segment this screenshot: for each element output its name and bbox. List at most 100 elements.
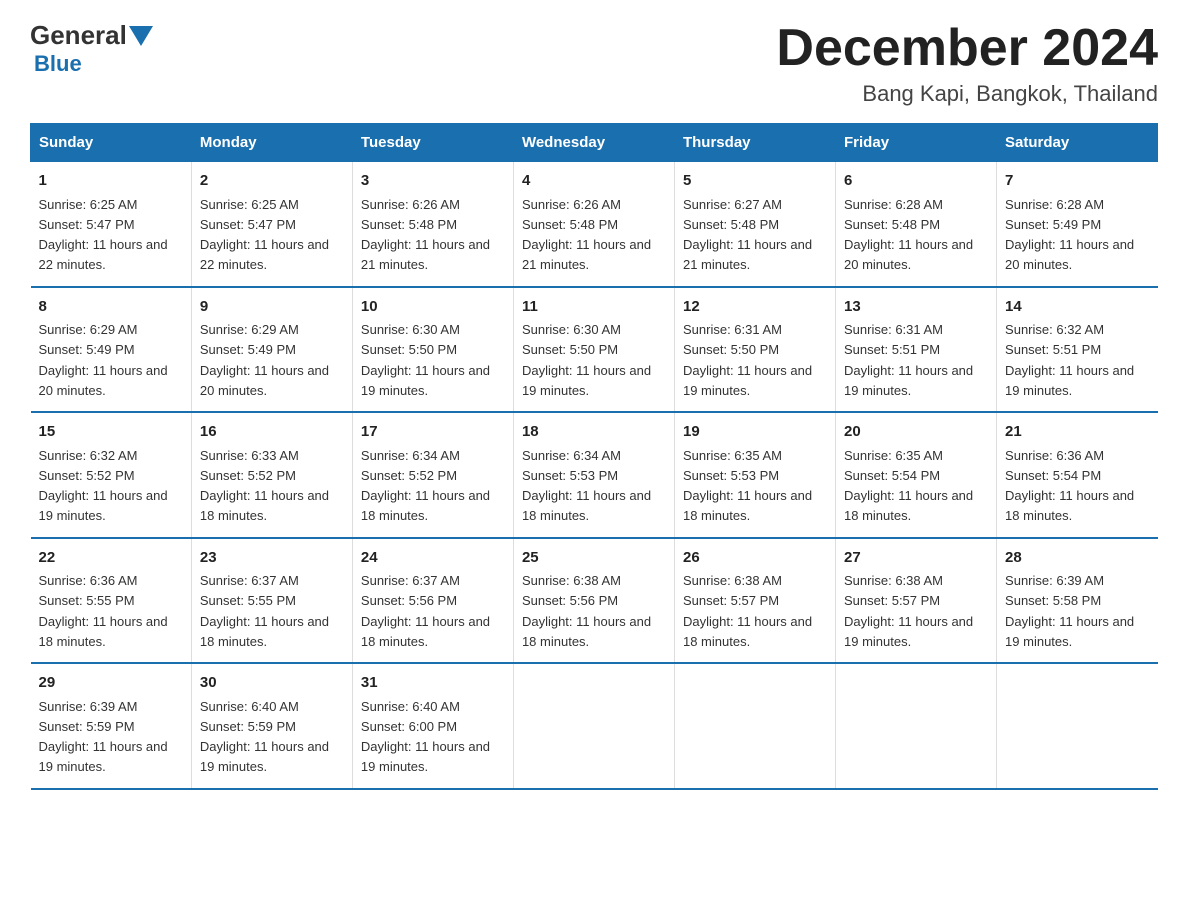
day-info: Sunrise: 6:37 AMSunset: 5:55 PMDaylight:…	[200, 573, 329, 649]
day-number: 7	[1005, 170, 1149, 193]
day-number: 18	[522, 421, 666, 444]
weekday-header-monday: Monday	[191, 124, 352, 162]
day-number: 29	[39, 672, 183, 695]
day-info: Sunrise: 6:35 AMSunset: 5:54 PMDaylight:…	[844, 448, 973, 524]
day-number: 8	[39, 296, 183, 319]
location-title: Bang Kapi, Bangkok, Thailand	[776, 81, 1158, 107]
day-number: 1	[39, 170, 183, 193]
calendar-cell: 1 Sunrise: 6:25 AMSunset: 5:47 PMDaylight…	[31, 162, 192, 287]
day-number: 19	[683, 421, 827, 444]
day-info: Sunrise: 6:37 AMSunset: 5:56 PMDaylight:…	[361, 573, 490, 649]
calendar-cell: 4 Sunrise: 6:26 AMSunset: 5:48 PMDaylight…	[513, 162, 674, 287]
calendar-cell: 27Sunrise: 6:38 AMSunset: 5:57 PMDayligh…	[836, 538, 997, 664]
day-info: Sunrise: 6:40 AMSunset: 6:00 PMDaylight:…	[361, 699, 490, 775]
day-number: 23	[200, 547, 344, 570]
day-number: 26	[683, 547, 827, 570]
day-number: 11	[522, 296, 666, 319]
day-number: 17	[361, 421, 505, 444]
calendar-cell: 3Sunrise: 6:26 AMSunset: 5:48 PMDaylight…	[352, 162, 513, 287]
day-info: Sunrise: 6:30 AMSunset: 5:50 PMDaylight:…	[361, 322, 490, 398]
calendar-cell: 12 Sunrise: 6:31 AMSunset: 5:50 PMDayligh…	[674, 287, 835, 413]
calendar-cell: 18Sunrise: 6:34 AMSunset: 5:53 PMDayligh…	[513, 412, 674, 538]
day-info: Sunrise: 6:34 AMSunset: 5:52 PMDaylight:…	[361, 448, 490, 524]
day-number: 24	[361, 547, 505, 570]
day-number: 9	[200, 296, 344, 319]
day-info: Sunrise: 6:26 AMSunset: 5:48 PMDaylight:…	[522, 197, 651, 273]
logo-blue-text: Blue	[34, 51, 82, 77]
calendar-cell: 30 Sunrise: 6:40 AMSunset: 5:59 PMDayligh…	[191, 663, 352, 789]
day-info: Sunrise: 6:29 AMSunset: 5:49 PMDaylight:…	[39, 322, 168, 398]
day-number: 2	[200, 170, 344, 193]
day-info: Sunrise: 6:36 AMSunset: 5:54 PMDaylight:…	[1005, 448, 1134, 524]
day-info: Sunrise: 6:39 AMSunset: 5:58 PMDaylight:…	[1005, 573, 1134, 649]
calendar-cell: 13 Sunrise: 6:31 AMSunset: 5:51 PMDayligh…	[836, 287, 997, 413]
day-info: Sunrise: 6:39 AMSunset: 5:59 PMDaylight:…	[39, 699, 168, 775]
day-info: Sunrise: 6:38 AMSunset: 5:56 PMDaylight:…	[522, 573, 651, 649]
calendar-table: SundayMondayTuesdayWednesdayThursdayFrid…	[30, 123, 1158, 790]
day-info: Sunrise: 6:28 AMSunset: 5:49 PMDaylight:…	[1005, 197, 1134, 273]
day-info: Sunrise: 6:28 AMSunset: 5:48 PMDaylight:…	[844, 197, 973, 273]
day-number: 30	[200, 672, 344, 695]
calendar-cell: 8 Sunrise: 6:29 AMSunset: 5:49 PMDaylight…	[31, 287, 192, 413]
weekday-header-saturday: Saturday	[997, 124, 1158, 162]
day-info: Sunrise: 6:25 AMSunset: 5:47 PMDaylight:…	[39, 197, 168, 273]
day-info: Sunrise: 6:31 AMSunset: 5:50 PMDaylight:…	[683, 322, 812, 398]
day-info: Sunrise: 6:31 AMSunset: 5:51 PMDaylight:…	[844, 322, 973, 398]
calendar-cell: 5Sunrise: 6:27 AMSunset: 5:48 PMDaylight…	[674, 162, 835, 287]
calendar-cell: 28Sunrise: 6:39 AMSunset: 5:58 PMDayligh…	[997, 538, 1158, 664]
logo-general-text: General	[30, 20, 127, 51]
day-number: 22	[39, 547, 183, 570]
day-info: Sunrise: 6:35 AMSunset: 5:53 PMDaylight:…	[683, 448, 812, 524]
week-row-1: 1 Sunrise: 6:25 AMSunset: 5:47 PMDaylight…	[31, 162, 1158, 287]
day-number: 14	[1005, 296, 1149, 319]
calendar-cell: 17 Sunrise: 6:34 AMSunset: 5:52 PMDayligh…	[352, 412, 513, 538]
calendar-cell: 22 Sunrise: 6:36 AMSunset: 5:55 PMDayligh…	[31, 538, 192, 664]
calendar-cell: 10Sunrise: 6:30 AMSunset: 5:50 PMDayligh…	[352, 287, 513, 413]
day-info: Sunrise: 6:36 AMSunset: 5:55 PMDaylight:…	[39, 573, 168, 649]
day-number: 20	[844, 421, 988, 444]
day-info: Sunrise: 6:29 AMSunset: 5:49 PMDaylight:…	[200, 322, 329, 398]
day-number: 31	[361, 672, 505, 695]
day-number: 12	[683, 296, 827, 319]
calendar-cell: 6 Sunrise: 6:28 AMSunset: 5:48 PMDaylight…	[836, 162, 997, 287]
day-info: Sunrise: 6:25 AMSunset: 5:47 PMDaylight:…	[200, 197, 329, 273]
week-row-4: 22 Sunrise: 6:36 AMSunset: 5:55 PMDayligh…	[31, 538, 1158, 664]
day-number: 16	[200, 421, 344, 444]
calendar-cell	[513, 663, 674, 789]
day-number: 15	[39, 421, 183, 444]
weekday-header-row: SundayMondayTuesdayWednesdayThursdayFrid…	[31, 124, 1158, 162]
day-info: Sunrise: 6:38 AMSunset: 5:57 PMDaylight:…	[844, 573, 973, 649]
calendar-cell: 20 Sunrise: 6:35 AMSunset: 5:54 PMDayligh…	[836, 412, 997, 538]
calendar-cell: 11 Sunrise: 6:30 AMSunset: 5:50 PMDayligh…	[513, 287, 674, 413]
calendar-cell: 14 Sunrise: 6:32 AMSunset: 5:51 PMDayligh…	[997, 287, 1158, 413]
calendar-cell: 24 Sunrise: 6:37 AMSunset: 5:56 PMDayligh…	[352, 538, 513, 664]
logo-triangle-icon	[129, 26, 153, 46]
day-info: Sunrise: 6:32 AMSunset: 5:51 PMDaylight:…	[1005, 322, 1134, 398]
weekday-header-wednesday: Wednesday	[513, 124, 674, 162]
calendar-cell: 26 Sunrise: 6:38 AMSunset: 5:57 PMDayligh…	[674, 538, 835, 664]
day-number: 6	[844, 170, 988, 193]
logo: General Blue	[30, 20, 155, 77]
day-info: Sunrise: 6:32 AMSunset: 5:52 PMDaylight:…	[39, 448, 168, 524]
day-number: 13	[844, 296, 988, 319]
page-header: General Blue December 2024 Bang Kapi, Ba…	[30, 20, 1158, 107]
calendar-cell	[997, 663, 1158, 789]
weekday-header-friday: Friday	[836, 124, 997, 162]
month-title: December 2024	[776, 20, 1158, 77]
day-number: 21	[1005, 421, 1149, 444]
day-number: 3	[361, 170, 505, 193]
calendar-cell: 29 Sunrise: 6:39 AMSunset: 5:59 PMDayligh…	[31, 663, 192, 789]
day-info: Sunrise: 6:30 AMSunset: 5:50 PMDaylight:…	[522, 322, 651, 398]
week-row-2: 8 Sunrise: 6:29 AMSunset: 5:49 PMDaylight…	[31, 287, 1158, 413]
day-info: Sunrise: 6:33 AMSunset: 5:52 PMDaylight:…	[200, 448, 329, 524]
calendar-cell: 31 Sunrise: 6:40 AMSunset: 6:00 PMDayligh…	[352, 663, 513, 789]
day-info: Sunrise: 6:38 AMSunset: 5:57 PMDaylight:…	[683, 573, 812, 649]
day-info: Sunrise: 6:40 AMSunset: 5:59 PMDaylight:…	[200, 699, 329, 775]
day-number: 4	[522, 170, 666, 193]
calendar-cell: 9 Sunrise: 6:29 AMSunset: 5:49 PMDaylight…	[191, 287, 352, 413]
weekday-header-tuesday: Tuesday	[352, 124, 513, 162]
day-number: 25	[522, 547, 666, 570]
calendar-cell: 16 Sunrise: 6:33 AMSunset: 5:52 PMDayligh…	[191, 412, 352, 538]
calendar-cell: 23 Sunrise: 6:37 AMSunset: 5:55 PMDayligh…	[191, 538, 352, 664]
calendar-cell	[836, 663, 997, 789]
